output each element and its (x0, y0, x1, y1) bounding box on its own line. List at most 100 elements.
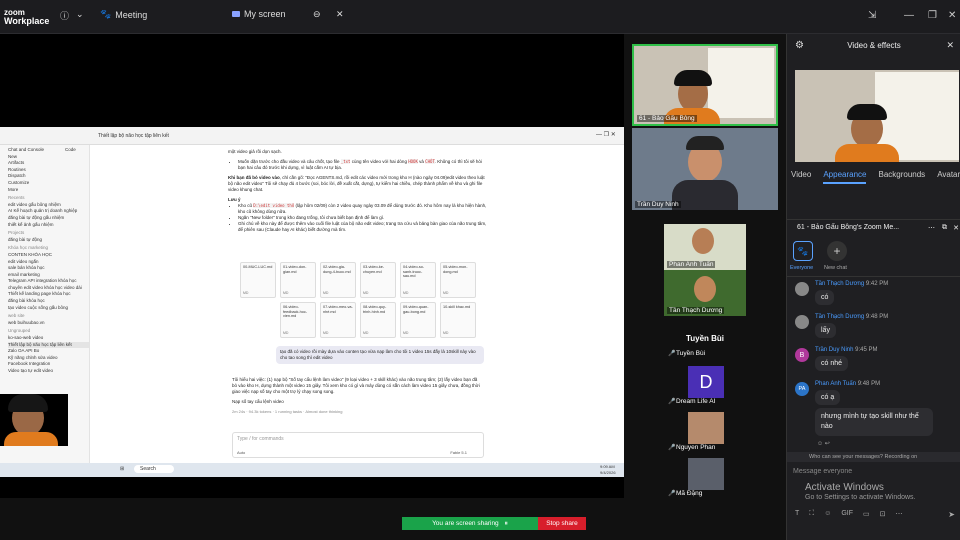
file-icon[interactable]: ▭ (863, 510, 870, 518)
participant-row[interactable]: D 🎤 Dream Life AI (668, 366, 778, 410)
marketing-item[interactable]: chuyên edit video khóa học video dài (8, 285, 89, 292)
file-card[interactable]: 02-video-gia-dung-4-buoc.md MD (320, 262, 356, 298)
participant-row[interactable]: 🎤 Nguyen Phan (668, 412, 778, 456)
emoji-icon[interactable]: ☺ (824, 510, 831, 518)
file-card[interactable]: 06-video-feedback-hoc-vien.md MD (280, 302, 316, 338)
marketing-item[interactable]: đăng bài khóa học (8, 298, 89, 305)
sidebar-top-7[interactable]: More (8, 187, 89, 194)
ungrouped-item[interactable]: Kỹ năng chỉnh sửa video (8, 355, 89, 362)
file-card[interactable]: 08-video-quy-trinh-hinh.md MD (360, 302, 396, 338)
file-card[interactable]: 01-video-don-gian.md MD (280, 262, 316, 298)
file-card[interactable]: 10-skill khac.md MD (440, 302, 476, 338)
window-controls-icon[interactable]: — ❐ ✕ (596, 131, 616, 138)
gif-button[interactable]: GIF (841, 510, 853, 518)
marketing-item[interactable]: sale bán khóa học (8, 265, 89, 272)
zoom-titlebar: zoom Workplace ⓘ ⌄ 🐾 Meeting My screen ⊖… (0, 0, 960, 34)
meeting-tab[interactable]: 🐾 Meeting (100, 9, 147, 20)
my-screen-tab[interactable]: My screen (232, 9, 286, 19)
pin-icon[interactable]: ⇲ (868, 10, 876, 21)
conversation-title[interactable]: Thiết lập bộ não học tập liên kết (98, 133, 169, 139)
ungrouped-item[interactable]: ko-sao-web video (8, 335, 89, 342)
snippet-icon[interactable]: ⊡ (880, 510, 886, 518)
marketing-item[interactable]: edit video ngắn (8, 259, 89, 266)
marketing-item[interactable]: CONTEN KHÓA HỌC (8, 252, 89, 259)
chat-header: 61 - Bảo Gấu Bông's Zoom Me... ⋯ ⧉ ✕ (787, 219, 960, 239)
close-tab-icon[interactable]: ✕ (336, 9, 344, 20)
mic-muted-icon: 🎤 (668, 351, 676, 357)
everyone-button[interactable]: 🐾 (793, 241, 813, 261)
recent-item[interactable]: edit video gấu bông nhiệm (8, 202, 89, 209)
info-icon[interactable]: ⓘ (60, 9, 69, 22)
video-tile-small-2[interactable]: Tần Thạch Dương (664, 270, 746, 316)
project-item[interactable]: đăng bài tự động (8, 237, 89, 244)
maximize-icon[interactable]: ❐ (928, 10, 937, 21)
new-chat-button[interactable]: + (827, 241, 847, 261)
ungrouped-item[interactable]: Video tạo tự edit video (8, 368, 89, 375)
doc-note3: Ghi chú về kho này để được thêm vào cuối… (238, 221, 490, 233)
pause-icon[interactable]: ⏸ (505, 520, 508, 528)
message-input[interactable]: Message everyone Activate Windows Go to … (787, 464, 960, 540)
file-card[interactable]: 07-video-meo-va-nhé.md MD (320, 302, 356, 338)
participant-row[interactable]: 🎤 Mã Đặng (668, 458, 778, 502)
send-icon[interactable]: ➤ (948, 510, 955, 519)
paw-icon: 🐾 (100, 9, 112, 19)
tab-appearance[interactable]: Appearance (823, 170, 867, 184)
close-panel-icon[interactable]: ✕ (946, 40, 954, 51)
more-icon[interactable]: ⋯ (896, 510, 903, 518)
reply-link[interactable]: Nạp số tay cẩu lệnh video (232, 399, 482, 405)
minimize-icon[interactable]: — (904, 10, 914, 21)
video-tile-self[interactable]: 61 - Bảo Gấu Bông (632, 44, 778, 126)
marketing-item[interactable]: tạo video cuộc sống gấu bông (8, 305, 89, 312)
windows-start-icon[interactable]: ⊞ (120, 466, 124, 472)
mode-select[interactable]: Auto (237, 450, 245, 455)
ungrouped-item[interactable]: Facebook Integration (8, 361, 89, 368)
sharing-status[interactable]: You are screen sharing ⏸ (402, 517, 538, 530)
more-icon[interactable]: ⊖ (313, 9, 321, 20)
sidebar-top-4[interactable]: Routines (8, 167, 89, 174)
tab-avatars[interactable]: Avatars (937, 170, 960, 184)
tile-name-participant: Trần Duy Ninh (635, 201, 681, 208)
popout-icon[interactable]: ⧉ (942, 224, 947, 232)
chevron-down-icon[interactable]: ⌄ (76, 9, 84, 20)
marketing-item[interactable]: Thiết kế landing page khóa học (8, 291, 89, 298)
video-tile-participant[interactable]: Trần Duy Ninh (632, 128, 778, 210)
close-chat-icon[interactable]: ✕ (953, 224, 959, 232)
close-window-icon[interactable]: ✕ (948, 10, 956, 21)
sidebar-top-5[interactable]: Dispatch (8, 173, 89, 180)
recent-item[interactable]: đăng bài tự động gấu nhiệm (8, 215, 89, 222)
file-card[interactable]: 03-video-ke-chuyen.md MD (360, 262, 396, 298)
taskbar-search[interactable]: Search (134, 465, 174, 473)
more-options-icon[interactable]: ⋯ (928, 224, 935, 232)
stop-share-button[interactable]: Stop share (538, 517, 586, 530)
sender-avatar: B (795, 348, 809, 362)
sidebar-top-3[interactable]: Artifacts (8, 160, 89, 167)
participant-photo (688, 412, 724, 444)
ungrouped-item-active[interactable]: Thiết lập bộ não học tập liên kết (8, 341, 89, 349)
prompt-input[interactable]: Type / for commands Auto Fable 5.1 (232, 432, 484, 458)
tab-video[interactable]: Video (791, 170, 811, 184)
sidebar-top-0[interactable]: Chat and Console (8, 147, 89, 154)
participant-avatar-letter: D (688, 366, 724, 398)
marketing-item[interactable]: email marketing (8, 272, 89, 279)
recent-item[interactable]: AI Kế hoạch quản trị doanh nghiệp (8, 208, 89, 215)
tab-backgrounds[interactable]: Backgrounds (878, 170, 925, 184)
message-placeholder: Message everyone (793, 468, 853, 475)
file-card[interactable]: 04-video-so-sanh-truoc-sau.md MD (400, 262, 436, 298)
chat-recipients: 🐾 Everyone + New chat (787, 239, 960, 277)
file-card[interactable]: 09-video-quan-gau-bong.md MD (400, 302, 436, 338)
video-tile-small-1[interactable]: Phan Anh Tuấn (664, 224, 746, 270)
model-select[interactable]: Fable 5.1 (450, 450, 467, 455)
file-card[interactable]: 00-MUC-LUC.md MD (240, 262, 276, 298)
sidebar-top-1[interactable]: Code (65, 147, 76, 154)
visibility-notice[interactable]: Who can see your messages? Recording on (787, 452, 960, 462)
web-item[interactable]: web buihuubao.vn (8, 320, 89, 327)
file-card[interactable]: 05-video-mon-dong.md MD (440, 262, 476, 298)
sidebar-top-6[interactable]: Customize (8, 180, 89, 187)
ungrouped-item[interactable]: Zalo OA API Bo (8, 348, 89, 355)
screenshot-icon[interactable]: ⛶ (809, 510, 814, 518)
format-icon[interactable]: T (795, 510, 799, 518)
participant-row[interactable]: 🎤 Tuyền Bùi (668, 350, 778, 362)
recent-item[interactable]: thiết kế ảnh gấu nhiệm (8, 222, 89, 229)
marketing-item[interactable]: Telegram API integration khóa học (8, 278, 89, 285)
sidebar-top-2[interactable]: New (8, 154, 89, 161)
